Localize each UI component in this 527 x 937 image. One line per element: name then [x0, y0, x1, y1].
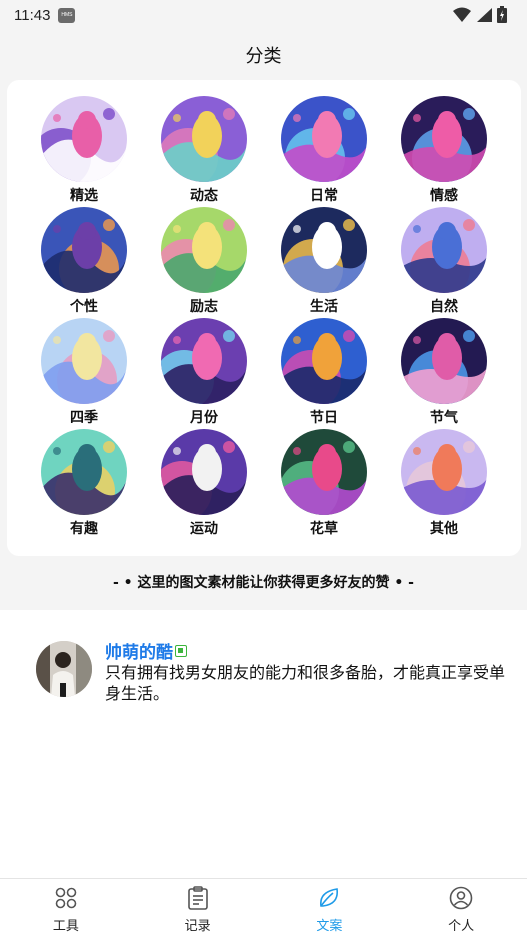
mermaid-art-thumbnail[interactable] [401, 318, 487, 404]
cat-art-thumbnail[interactable] [161, 96, 247, 182]
category-label: 节气 [430, 410, 458, 426]
forest-girl-art-thumbnail[interactable] [161, 207, 247, 293]
category-label: 日常 [310, 188, 338, 204]
fox-art-thumbnail[interactable] [401, 429, 487, 515]
category-item[interactable]: 精选 [29, 96, 139, 205]
category-label: 四季 [70, 410, 98, 426]
category-label: 个性 [70, 299, 98, 315]
category-label: 花草 [310, 521, 338, 537]
post-text: 只有拥有找男女朋友的能力和很多备胎，才能真正享受单身生活。 [105, 663, 506, 703]
category-label: 节日 [310, 410, 338, 426]
category-item[interactable]: 生活 [269, 207, 379, 316]
category-item[interactable]: 节气 [389, 318, 499, 427]
bunnies-art-thumbnail[interactable] [41, 96, 127, 182]
status-bar: 11:43 HMS [0, 0, 527, 30]
category-item[interactable]: 励志 [149, 207, 259, 316]
status-time: 11:43 [14, 6, 51, 24]
hms-badge: HMS [58, 7, 76, 23]
category-label: 自然 [430, 299, 458, 315]
category-item[interactable]: 情感 [389, 96, 499, 205]
clipboard-icon [185, 885, 211, 911]
island-art-thumbnail[interactable] [41, 429, 127, 515]
category-label: 运动 [190, 521, 218, 537]
swimmer-art-thumbnail[interactable] [401, 96, 487, 182]
category-label: 励志 [190, 299, 218, 315]
category-label: 情感 [430, 188, 458, 204]
category-item[interactable]: 日常 [269, 96, 379, 205]
tab-tools[interactable]: 工具 [0, 879, 132, 937]
whale-art-thumbnail[interactable] [41, 207, 127, 293]
category-item[interactable]: 节日 [269, 318, 379, 427]
tiger-art-thumbnail[interactable] [281, 207, 367, 293]
tab-copywriting[interactable]: 文案 [264, 879, 396, 937]
verified-badge-icon [175, 644, 187, 657]
battery-charging-icon [497, 6, 507, 27]
tab-records[interactable]: 记录 [132, 879, 264, 937]
dolphin-art-thumbnail[interactable] [401, 207, 487, 293]
leaf-icon [316, 885, 342, 911]
category-item[interactable]: 个性 [29, 207, 139, 316]
moon-art-thumbnail[interactable] [41, 318, 127, 404]
whale-forest-art-thumbnail[interactable] [281, 318, 367, 404]
tagline: - • 这里的图文素材能让你获得更多好友的赞 • - [112, 575, 414, 591]
post-card[interactable]: 帅萌的酷 只有拥有找男女朋友的能力和很多备胎，才能真正享受单身生活。 [0, 610, 527, 878]
girl-fish-art-thumbnail[interactable] [281, 96, 367, 182]
page-title: 分类 [245, 46, 282, 67]
status-icons [453, 6, 507, 27]
category-item[interactable]: 有趣 [29, 429, 139, 538]
category-label: 月份 [190, 410, 218, 426]
category-item[interactable]: 花草 [269, 429, 379, 538]
category-label: 动态 [190, 188, 218, 204]
post-author[interactable]: 帅萌的酷 [105, 638, 187, 663]
category-item[interactable]: 月份 [149, 318, 259, 427]
wifi-icon [453, 7, 471, 27]
cellular-signal-icon [476, 7, 492, 27]
category-label: 生活 [310, 299, 338, 315]
category-label: 精选 [70, 188, 98, 204]
category-item[interactable]: 动态 [149, 96, 259, 205]
category-label: 有趣 [70, 521, 98, 537]
tab-tools-label: 工具 [52, 919, 79, 934]
category-grid: 精选 动态 日常 情感个性 励志 生活 自然四季 月份 节日 节气有趣 运动 花草 其他 [7, 80, 521, 556]
tab-profile-label: 个人 [448, 919, 475, 934]
chef-art-thumbnail[interactable] [161, 429, 247, 515]
category-item[interactable]: 运动 [149, 429, 259, 538]
avatar[interactable] [36, 641, 92, 697]
person-icon [448, 885, 474, 911]
crane-art-thumbnail[interactable] [281, 429, 367, 515]
category-label: 其他 [430, 521, 458, 537]
category-item[interactable]: 四季 [29, 318, 139, 427]
category-item[interactable]: 自然 [389, 207, 499, 316]
tools-grid-icon [53, 885, 79, 911]
bottom-tab-bar: 工具 记录 文案 个人 [0, 878, 527, 937]
post-author-name[interactable]: 帅萌的酷 [105, 638, 173, 663]
category-item[interactable]: 其他 [389, 429, 499, 538]
tab-profile[interactable]: 个人 [395, 879, 527, 937]
tab-copywriting-label: 文案 [316, 919, 343, 934]
tab-records-label: 记录 [184, 919, 211, 934]
camera-art-thumbnail[interactable] [161, 318, 247, 404]
